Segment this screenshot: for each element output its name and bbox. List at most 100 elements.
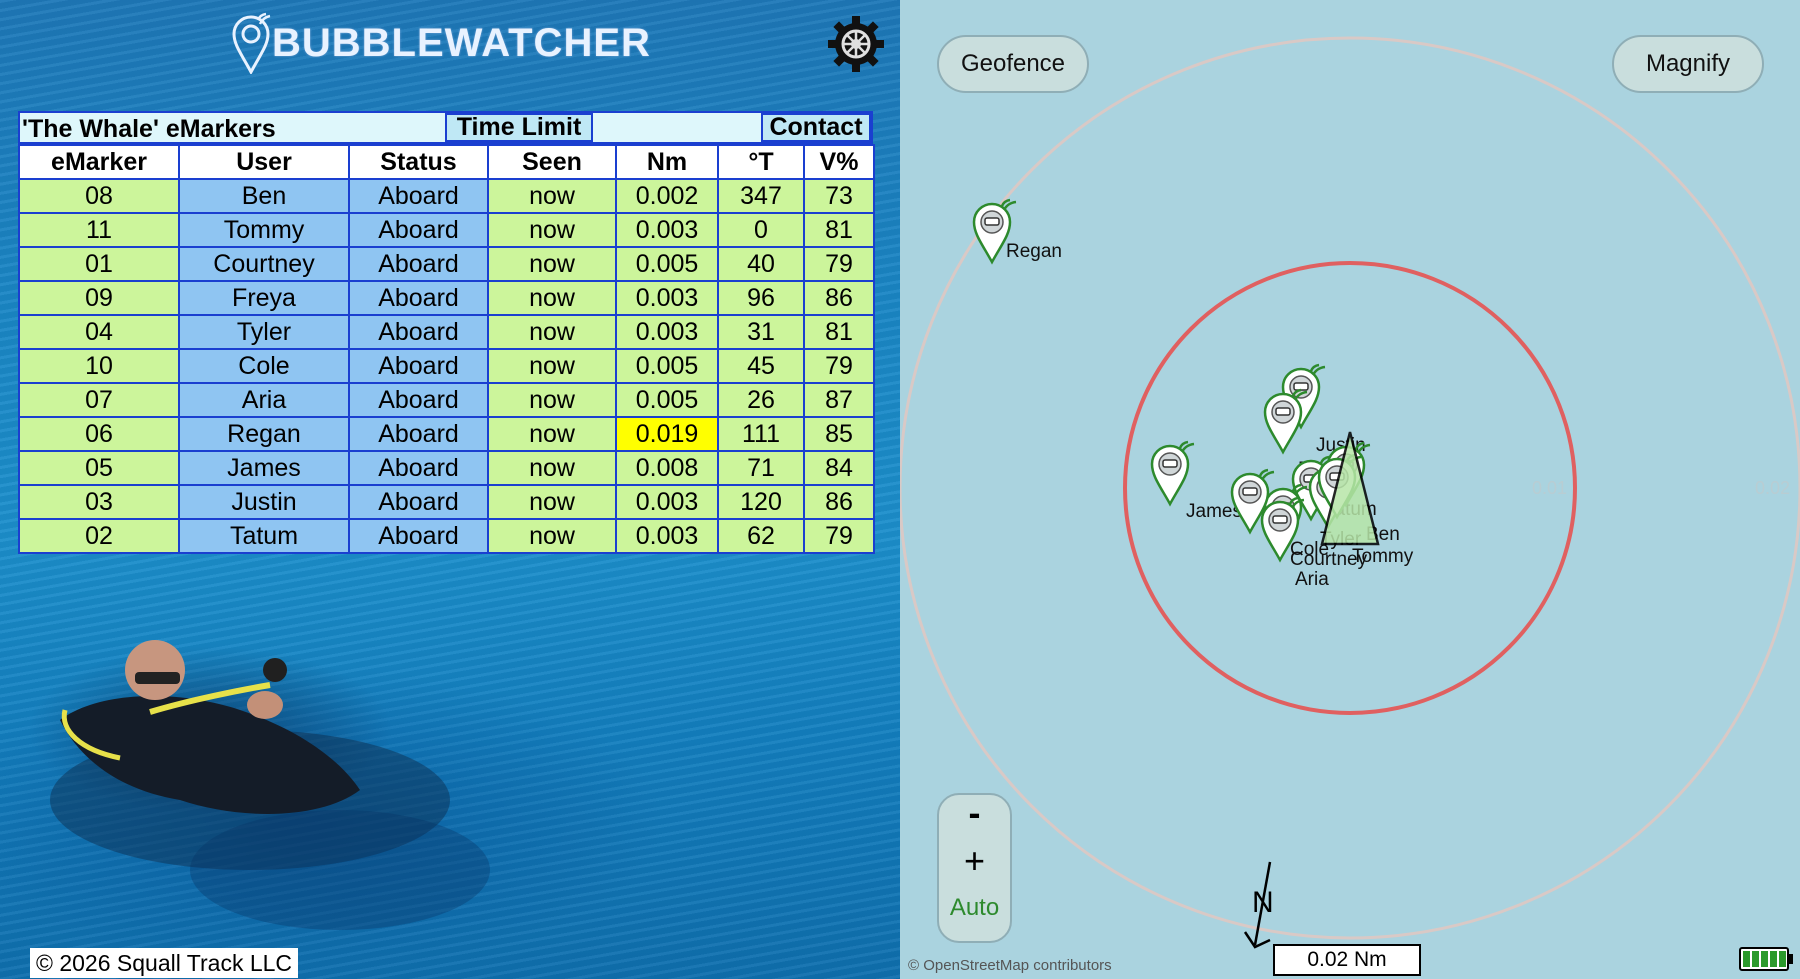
table-row[interactable]: 11 Tommy Aboard now 0.003 0 81 [18, 212, 875, 248]
cell-battery: 79 [803, 348, 875, 384]
col-header-user[interactable]: User [178, 144, 350, 180]
cell-seen: now [487, 450, 617, 486]
table-row[interactable]: 01 Courtney Aboard now 0.005 40 79 [18, 246, 875, 282]
camera-panel: BUBBLEWATCHER 'The Whale' eMarkers Time … [0, 0, 900, 979]
cell-status: Aboard [348, 314, 489, 350]
cell-battery: 85 [803, 416, 875, 452]
app-logo: BUBBLEWATCHER [230, 8, 651, 78]
cell-emarker: 10 [18, 348, 180, 384]
contact-button[interactable]: Contact [761, 113, 871, 142]
cell-nm: 0.003 [615, 280, 719, 316]
table-row[interactable]: 04 Tyler Aboard now 0.003 31 81 [18, 314, 875, 350]
logo-text: BUBBLEWATCHER [272, 20, 651, 65]
cell-battery: 79 [803, 246, 875, 282]
cell-seen: now [487, 212, 617, 248]
cell-seen: now [487, 280, 617, 316]
cell-status: Aboard [348, 246, 489, 282]
cell-emarker: 05 [18, 450, 180, 486]
cell-bearing: 347 [717, 178, 805, 214]
cell-user: Tatum [178, 518, 350, 554]
cell-bearing: 40 [717, 246, 805, 282]
cell-emarker: 02 [18, 518, 180, 554]
north-label: N [1252, 886, 1274, 919]
cell-status: Aboard [348, 484, 489, 520]
cell-emarker: 08 [18, 178, 180, 214]
cell-bearing: 96 [717, 280, 805, 316]
emarker-label-aria: Aria [1295, 569, 1329, 590]
ring-label-0.02: 0.02 [1755, 478, 1790, 498]
table-title-bar: 'The Whale' eMarkers Time Limit Contact [18, 111, 873, 144]
cell-status: Aboard [348, 280, 489, 316]
cell-user: Cole [178, 348, 350, 384]
cell-user: Justin [178, 484, 350, 520]
zoom-auto-button[interactable]: Auto [939, 891, 1010, 925]
cell-seen: now [487, 348, 617, 384]
cell-seen: now [487, 246, 617, 282]
cell-user: James [178, 450, 350, 486]
cell-nm: 0.003 [615, 484, 719, 520]
col-header-emarker[interactable]: eMarker [18, 144, 180, 180]
cell-status: Aboard [348, 416, 489, 452]
cell-bearing: 45 [717, 348, 805, 384]
time-limit-button[interactable]: Time Limit [445, 113, 593, 142]
magnify-button[interactable]: Magnify [1612, 35, 1764, 93]
table-body: 08 Ben Aboard now 0.002 347 73 11 Tommy Aboard now… [18, 178, 875, 554]
cell-status: Aboard [348, 450, 489, 486]
cell-bearing: 26 [717, 382, 805, 418]
emarker-table: eMarker User Status Seen Nm °T V% 08 Ben A… [18, 144, 875, 554]
cell-bearing: 0 [717, 212, 805, 248]
copyright-notice: © 2026 Squall Track LLC [30, 948, 299, 978]
map-canvas[interactable]: 0.01 0.02 ReganJamesJustinFreyaTatumTyle… [900, 0, 1800, 979]
col-header-seen[interactable]: Seen [487, 144, 617, 180]
col-header-battery[interactable]: V% [803, 144, 875, 180]
cell-nm: 0.005 [615, 382, 719, 418]
zoom-in-button[interactable]: + [939, 841, 1010, 881]
emarker-pin-james[interactable] [1150, 440, 1195, 507]
col-header-bearing[interactable]: °T [717, 144, 805, 180]
geofence-button[interactable]: Geofence [937, 35, 1089, 93]
diver-photo [50, 640, 490, 930]
table-row[interactable]: 09 Freya Aboard now 0.003 96 86 [18, 280, 875, 316]
col-header-nm[interactable]: Nm [615, 144, 719, 180]
cell-emarker: 03 [18, 484, 180, 520]
cell-user: Aria [178, 382, 350, 418]
battery-icon [1739, 947, 1793, 971]
cell-bearing: 31 [717, 314, 805, 350]
osm-attribution[interactable]: © OpenStreetMap contributors [908, 957, 1112, 974]
table-row[interactable]: 07 Aria Aboard now 0.005 26 87 [18, 382, 875, 418]
cell-nm: 0.005 [615, 246, 719, 282]
cell-seen: now [487, 178, 617, 214]
cell-battery: 81 [803, 314, 875, 350]
table-row[interactable]: 05 James Aboard now 0.008 71 84 [18, 450, 875, 486]
cell-seen: now [487, 314, 617, 350]
cell-status: Aboard [348, 518, 489, 554]
cell-seen: now [487, 484, 617, 520]
table-row[interactable]: 10 Cole Aboard now 0.005 45 79 [18, 348, 875, 384]
cell-battery: 81 [803, 212, 875, 248]
cell-bearing: 71 [717, 450, 805, 486]
cell-bearing: 62 [717, 518, 805, 554]
table-row[interactable]: 08 Ben Aboard now 0.002 347 73 [18, 178, 875, 214]
cell-nm: 0.008 [615, 450, 719, 486]
table-row[interactable]: 06 Regan Aboard now 0.019 111 85 [18, 416, 875, 452]
cell-user: Courtney [178, 246, 350, 282]
scale-bar: 0.02 Nm [1273, 944, 1421, 976]
table-row[interactable]: 03 Justin Aboard now 0.003 120 86 [18, 484, 875, 520]
zoom-out-button[interactable]: - [939, 795, 1010, 835]
cell-nm: 0.003 [615, 212, 719, 248]
ring-label-0.01: 0.01 [1532, 478, 1567, 498]
cell-status: Aboard [348, 212, 489, 248]
cell-status: Aboard [348, 348, 489, 384]
cell-user: Tommy [178, 212, 350, 248]
table-title: 'The Whale' eMarkers [22, 115, 276, 143]
map-panel[interactable]: 0.01 0.02 ReganJamesJustinFreyaTatumTyle… [900, 0, 1800, 979]
col-header-status[interactable]: Status [348, 144, 489, 180]
settings-gear-icon[interactable] [826, 14, 886, 74]
cell-user: Freya [178, 280, 350, 316]
table-row[interactable]: 02 Tatum Aboard now 0.003 62 79 [18, 518, 875, 554]
cell-user: Tyler [178, 314, 350, 350]
cell-user: Regan [178, 416, 350, 452]
cell-battery: 79 [803, 518, 875, 554]
cell-nm: 0.002 [615, 178, 719, 214]
cell-emarker: 09 [18, 280, 180, 316]
